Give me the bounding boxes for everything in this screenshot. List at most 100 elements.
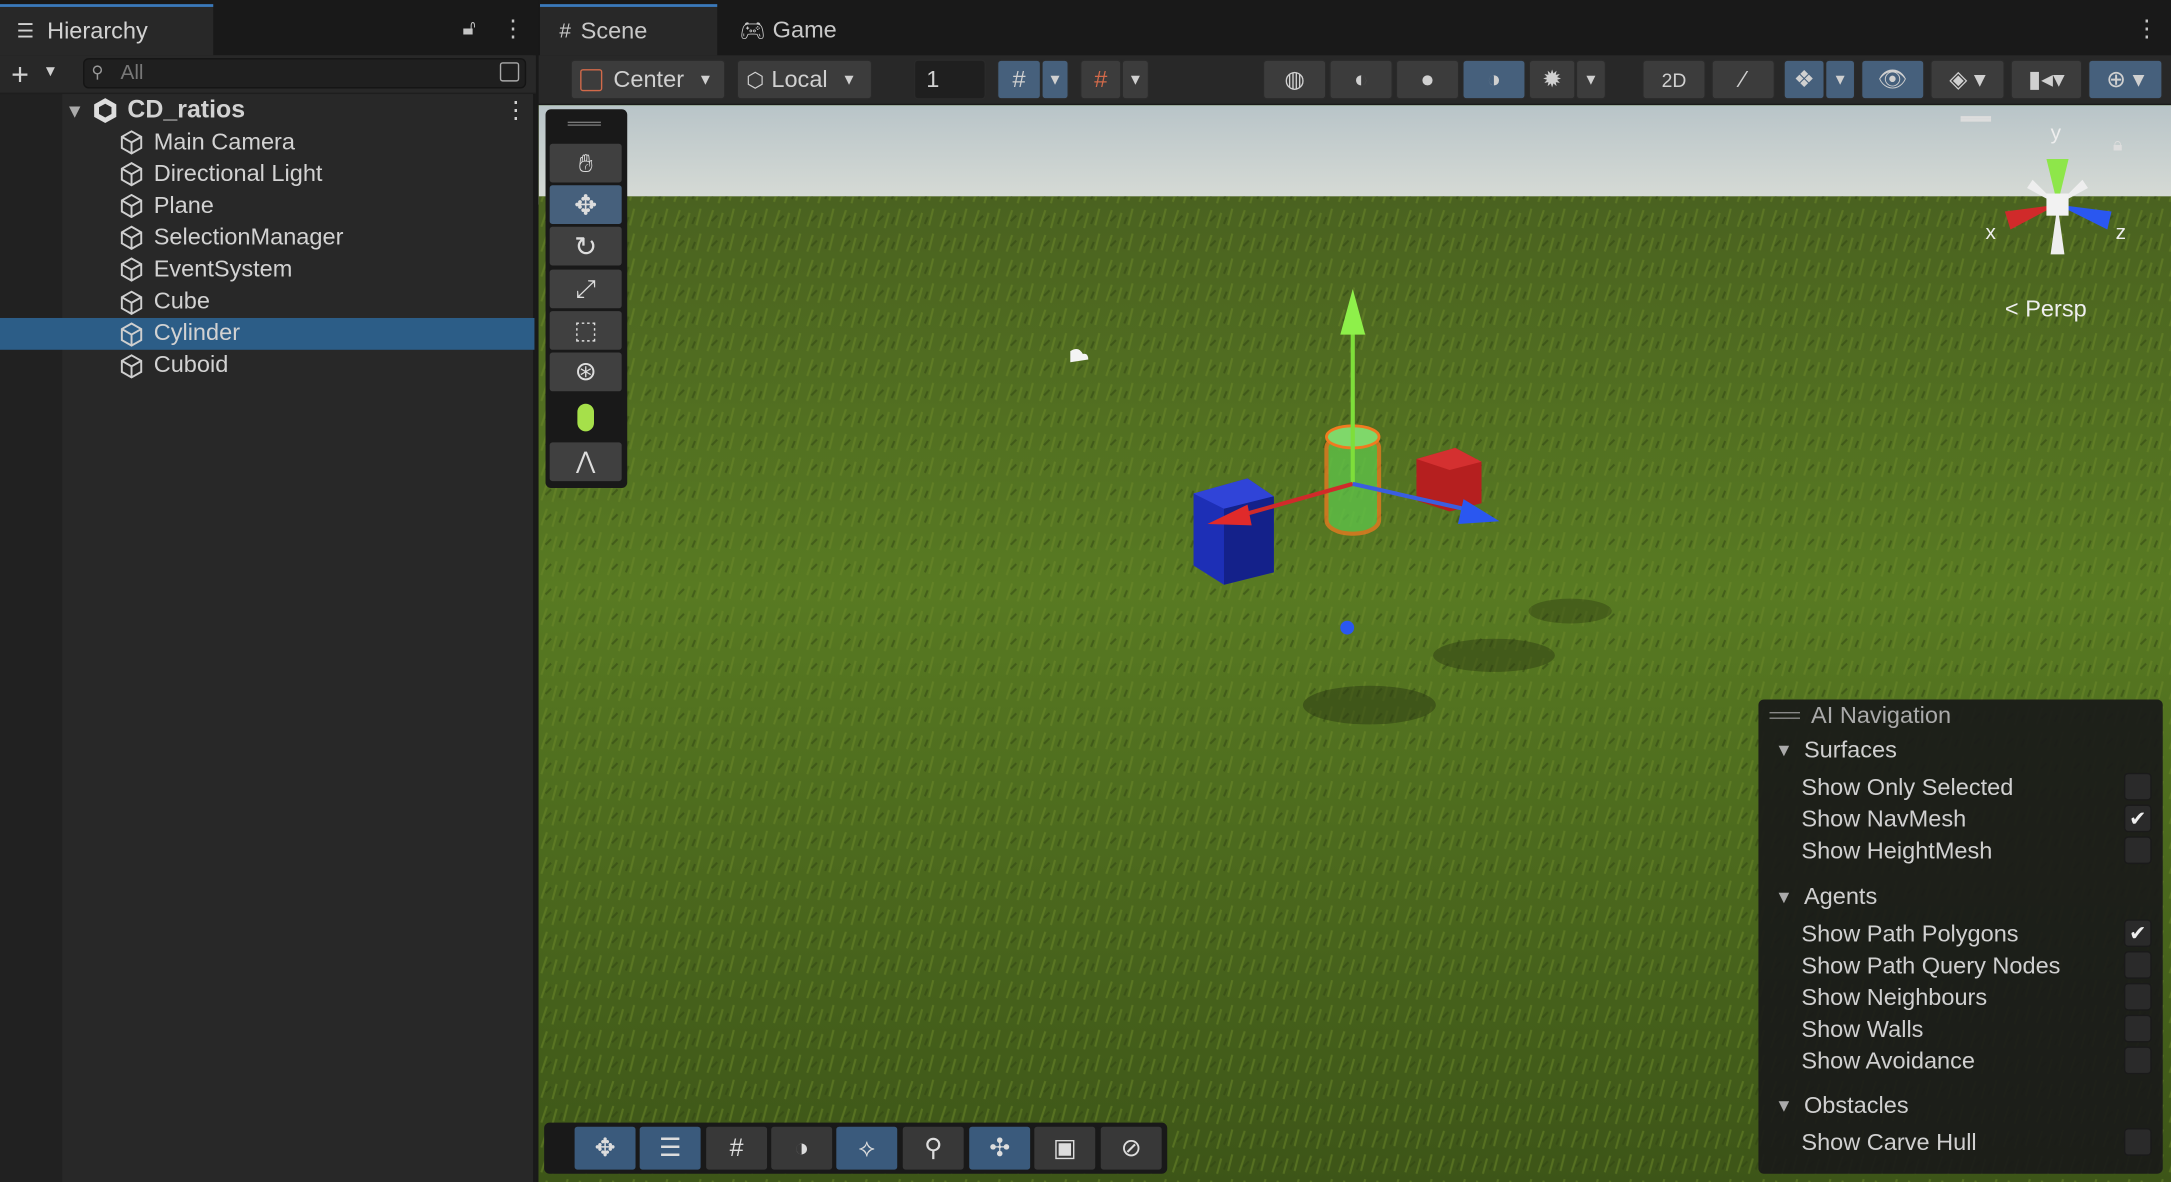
hierarchy-item-eventsystem[interactable]: EventSystem [0,254,534,286]
checkbox[interactable] [2123,1014,2152,1043]
move-arrows-icon: ✥ [594,1133,616,1162]
add-icon[interactable]: + [11,57,29,93]
hierarchy-item-cube[interactable]: Cube [0,285,534,317]
scene-root-row[interactable]: ▼ CD_ratios ⋮ [0,94,534,126]
gizmo-lock-icon[interactable]: 🔒︎ [2113,134,2123,156]
expand-arrow-icon[interactable]: ▼ [65,99,84,121]
transform-tool[interactable]: ⊛ [549,352,622,392]
wireframe-shading-button[interactable]: ◍ [1262,59,1327,100]
ai-navigation-header[interactable]: AI Navigation [1758,700,2162,732]
draw-mode-dropdown[interactable]: ▼ [1575,59,1607,100]
nav-option-show-heightmesh: Show HeightMesh [1758,835,2162,867]
checkbox[interactable] [2123,1128,2152,1156]
hierarchy-item-cuboid[interactable]: Cuboid [0,349,534,381]
camera-icon: ▣ [1052,1133,1077,1162]
layers-button[interactable]: ◈ ▾ [1930,59,2005,100]
overlay-shading-button[interactable]: ◑ [771,1126,833,1170]
rect-icon: ⬚ [573,315,598,344]
hierarchy-item-directional-light[interactable]: Directional Light [0,158,534,190]
checkbox[interactable] [2123,951,2152,979]
checkbox[interactable]: ✔ [2123,804,2152,833]
path-tool[interactable]: ⋀ [549,442,622,482]
grid-snap-input[interactable]: 1 [913,59,986,100]
overlay-navmesh-button[interactable]: ⟡ [836,1126,898,1170]
hierarchy-item-selectionmanager[interactable]: SelectionManager [0,222,534,254]
checkbox[interactable] [2123,836,2152,865]
lighting-toggle-button[interactable]: ⁄ [1711,59,1776,100]
rotate-icon: ↻ [574,231,598,262]
compass-icon: ⊘ [1120,1133,1142,1162]
debug-draw-mode-button[interactable]: ✹ [1528,59,1576,100]
checkbox[interactable] [2123,1046,2152,1075]
overlay-component-button[interactable]: ✣ [969,1126,1031,1170]
more-icon[interactable]: ⋮ [501,15,525,43]
section-agents[interactable]: ▼ Agents [1758,881,2162,913]
tools-drag-handle[interactable] [567,121,601,126]
overlay-settings-button[interactable]: ☰ [639,1126,701,1170]
overlay-camera-button[interactable]: ▣ [1034,1126,1096,1170]
lock-icon[interactable]: 🔓︎ [462,17,475,41]
grid-snap-toggle[interactable]: # [996,59,1042,100]
nav-option-show-only-selected: Show Only Selected [1758,771,2162,803]
expand-arrow-icon[interactable]: ▼ [1775,740,1793,761]
gizmos-button[interactable]: ⊕ ▾ [2087,59,2163,100]
scene-more-icon[interactable]: ⋮ [2135,15,2159,43]
component-icon: ✣ [989,1133,1011,1162]
nav-option-label: Show Neighbours [1801,983,1988,1010]
overlay-grid-button[interactable]: # [706,1126,768,1170]
incremental-snap-toggle[interactable]: # [1079,59,1122,100]
custom-tool[interactable] [550,398,622,437]
shaded-wireframe-button[interactable]: ◐ [1329,59,1393,100]
expand-arrow-icon[interactable]: ▼ [1775,1095,1793,1116]
camera-settings-button[interactable]: ▮◂▾ [2010,59,2083,100]
overlay-compass-button[interactable]: ⊘ [1100,1126,1162,1170]
overlay-move-button[interactable]: ✥ [574,1126,636,1170]
tab-hierarchy[interactable]: ☰ Hierarchy [0,4,214,56]
2d-toggle-button[interactable]: 2D [1642,59,1706,100]
gizmo-drag-handle[interactable] [1960,116,1992,122]
section-obstacles[interactable]: ▼ Obstacles [1758,1089,2162,1121]
effects-dropdown[interactable]: ▼ [1824,59,1856,100]
hierarchy-search-input[interactable]: All [83,58,527,89]
rect-tool[interactable]: ⬚ [549,311,622,350]
expand-arrow-icon[interactable]: ▼ [1775,886,1793,907]
space-label: Local [771,65,828,92]
gameobject-cube-icon [118,320,146,348]
grid-icon: # [559,19,571,43]
overlay-search-button[interactable]: ⚲ [902,1126,964,1170]
section-surfaces[interactable]: ▼ Surfaces [1758,734,2162,766]
drag-handle-icon[interactable] [1769,711,1800,719]
pivot-dropdown[interactable]: Center ▼ [570,59,726,100]
hierarchy-item-cylinder[interactable]: Cylinder [0,317,535,350]
tab-scene[interactable]: # Scene [539,4,718,56]
checkbox[interactable] [2123,772,2152,801]
sliders-icon: ☰ [658,1133,682,1162]
incremental-snap-dropdown[interactable]: ▼ [1121,59,1150,100]
checkbox[interactable]: ✔ [2123,919,2152,948]
pivot-label: Center [613,65,685,92]
layers-icon: ◈ ▾ [1949,65,1986,92]
scale-tool[interactable]: ⤢ [549,269,622,309]
move-icon: ✥ [574,190,598,221]
rotate-tool[interactable]: ↻ [549,226,622,266]
shaded-button[interactable]: ◑ [1462,59,1526,100]
scene-more-icon[interactable]: ⋮ [504,96,528,124]
space-dropdown[interactable]: ⬡ Local ▼ [736,59,873,100]
snap-icon: # [1094,65,1108,92]
checkbox[interactable] [2123,982,2152,1011]
hierarchy-item-main-camera[interactable]: Main Camera [0,126,534,158]
projection-toggle[interactable]: < Persp [2005,296,2087,324]
navmesh-icon: ⟡ [858,1133,876,1162]
hierarchy-item-plane[interactable]: Plane [0,190,534,222]
scene-visibility-button[interactable]: 👁︎ [1860,59,1925,100]
grid-snap-dropdown[interactable]: ▼ [1041,59,1069,100]
move-tool[interactable]: ✥ [549,185,622,224]
nav-option-show-path-query-nodes: Show Path Query Nodes [1758,950,2162,982]
effects-toggle-button[interactable]: ❖ [1783,59,1825,100]
tab-game[interactable]: 🎮︎ Game [720,4,872,55]
expand-search-icon[interactable] [499,62,520,82]
add-dropdown-icon[interactable]: ▼ [43,64,58,81]
unlit-shading-button[interactable]: ● [1395,59,1460,100]
gameobject-cube-icon [118,192,146,220]
hand-tool[interactable]: ✋︎ [549,143,622,183]
